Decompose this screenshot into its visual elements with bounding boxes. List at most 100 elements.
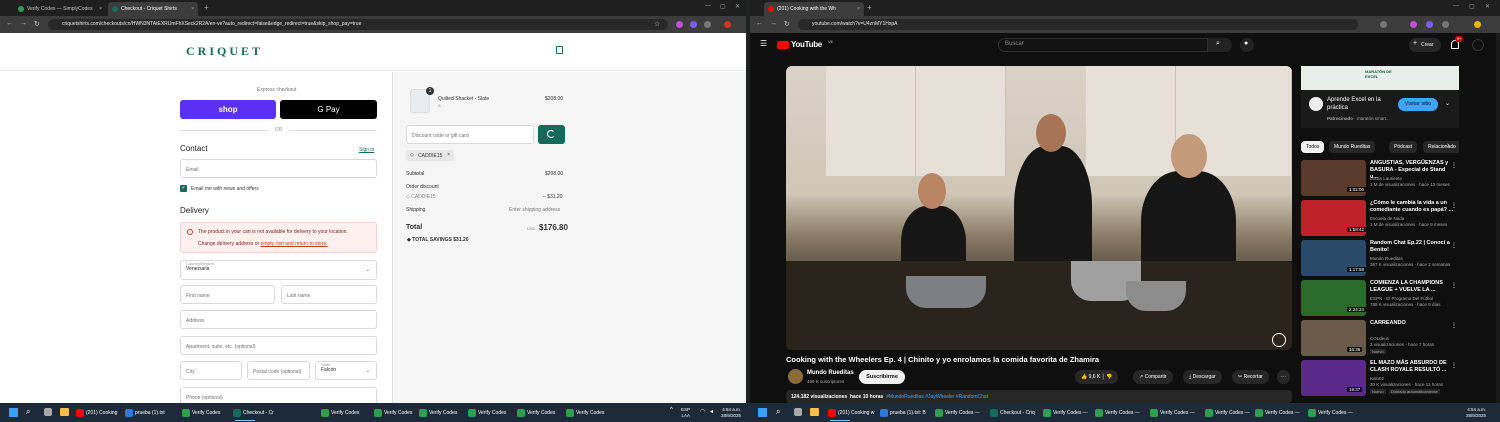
channel-avatar[interactable]	[788, 369, 803, 384]
video-description[interactable]: 124.182 visualizaciones hace 10 horas #M…	[786, 390, 1292, 403]
voice-search-button[interactable]: ●	[1240, 38, 1254, 52]
tab-youtube[interactable]: (201) Cooking with the Wh ×	[764, 2, 864, 16]
taskbar-app-button[interactable]: prueba (1).txt: B	[880, 407, 926, 418]
subscribe-button[interactable]: Suscribirme	[859, 370, 905, 384]
reload-icon[interactable]: ↻	[34, 20, 40, 28]
extensions-puzzle-icon[interactable]	[1442, 21, 1449, 28]
tab-verify-codes[interactable]: Verify Codes — SimplyCodes ×	[14, 2, 106, 16]
taskbar-app-button[interactable]: Verify Codes —	[1095, 407, 1140, 418]
task-view-icon[interactable]	[44, 408, 52, 416]
taskbar-app-button[interactable]: Verify Codes	[566, 407, 604, 418]
language-indicator[interactable]: ESP LAA	[681, 407, 690, 418]
maximize-icon[interactable]: ▢	[1469, 3, 1475, 10]
phone-field[interactable]: Phone (optional)	[180, 387, 377, 403]
forward-icon[interactable]: →	[770, 20, 777, 27]
chevron-right-icon[interactable]: ›	[1447, 142, 1449, 149]
extension-icon[interactable]	[1410, 21, 1417, 28]
close-window-icon[interactable]: ✕	[1485, 3, 1490, 10]
remove-discount-icon[interactable]: ×	[447, 152, 450, 158]
like-button[interactable]: 👍 9,6 K │ 👎	[1075, 370, 1119, 384]
close-icon[interactable]: ×	[99, 6, 102, 12]
account-avatar[interactable]	[1472, 39, 1484, 51]
download-button[interactable]: ⤓ Descargar	[1183, 370, 1222, 384]
chip-podcast[interactable]: Pódcast	[1389, 141, 1418, 153]
sponsored-ad[interactable]: MARATÓN DE EXCEL Aprende Excel en la prá…	[1301, 66, 1459, 128]
close-window-icon[interactable]: ✕	[735, 3, 740, 10]
search-input[interactable]: Buscar	[998, 38, 1208, 52]
taskbar-app-button[interactable]: Verify Codes	[468, 407, 506, 418]
search-button[interactable]: ⌕	[1208, 38, 1232, 52]
url-field[interactable]: criquetshirts.com/checkouts/cn/HWN3NTAtE…	[48, 19, 668, 30]
more-options-icon[interactable]: ⋮	[1451, 202, 1457, 209]
chip-todos[interactable]: Todos	[1301, 141, 1325, 153]
recommended-video[interactable]: 16:36 CARREANDO COLdeus 3 visualizacione…	[1301, 320, 1459, 358]
more-options-icon[interactable]: ⋮	[1451, 282, 1457, 289]
file-explorer-icon[interactable]	[810, 408, 819, 416]
channel-name[interactable]: Mundo Rueditas	[807, 370, 854, 376]
more-options-icon[interactable]: ⋮	[1451, 322, 1457, 329]
extensions-puzzle-icon[interactable]	[704, 21, 711, 28]
more-options-icon[interactable]: ⋮	[1451, 162, 1457, 169]
city-field[interactable]: City	[180, 361, 242, 380]
chevron-down-icon[interactable]: ⌄	[1445, 100, 1450, 107]
more-options-icon[interactable]: ⋮	[1451, 242, 1457, 249]
extension-icon[interactable]	[676, 21, 683, 28]
close-icon[interactable]: ×	[191, 6, 194, 12]
new-tab-button[interactable]: +	[867, 3, 872, 12]
more-options-icon[interactable]: ⋮	[1451, 362, 1457, 369]
extension-icon[interactable]	[690, 21, 697, 28]
share-button[interactable]: ↗ Compartir	[1133, 370, 1173, 384]
state-select[interactable]: State Falcón ⌄	[315, 361, 377, 380]
clip-button[interactable]: ✂ Recortar	[1232, 370, 1269, 384]
newsletter-checkbox[interactable]: ✓	[180, 185, 187, 192]
create-button[interactable]: + Crear	[1409, 38, 1441, 52]
email-field[interactable]: Email	[180, 159, 377, 178]
shop-pay-button[interactable]: shop	[180, 100, 276, 119]
postal-code-field[interactable]: Postal code (optional)	[247, 361, 310, 380]
hashtags[interactable]: #MundoRueditas #JayWheeler #RandomChat	[886, 394, 988, 400]
recommended-video[interactable]: 1:17:58 Random Chat Ep.22 | Conocí a Ben…	[1301, 240, 1459, 278]
taskbar-app-button[interactable]: Verify Codes	[182, 407, 220, 418]
back-icon[interactable]: ←	[6, 20, 13, 27]
taskbar-app-button[interactable]: Verify Codes —	[1255, 407, 1300, 418]
forward-icon[interactable]: →	[20, 20, 27, 27]
apartment-field[interactable]: Apartment, suite, etc. (optional)	[180, 336, 377, 355]
bookmark-star-icon[interactable]: ☆	[654, 20, 660, 28]
search-icon[interactable]: ⌕	[776, 407, 780, 417]
file-explorer-icon[interactable]	[60, 408, 69, 416]
volume-icon[interactable]: ◂	[710, 408, 713, 415]
shopping-bag-icon[interactable]	[556, 46, 563, 54]
taskbar-app-button[interactable]: Verify Codes	[517, 407, 555, 418]
chip-mundo-rueditas[interactable]: Mundo Rueditas	[1329, 141, 1376, 153]
apply-discount-button[interactable]	[538, 125, 565, 144]
reload-icon[interactable]: ↻	[784, 20, 790, 28]
close-icon[interactable]: ×	[857, 6, 860, 12]
new-tab-button[interactable]: +	[204, 3, 209, 12]
wifi-icon[interactable]: ◠	[700, 408, 705, 415]
system-clock[interactable]: 4:54 a.m. 28/9/2025	[721, 407, 741, 418]
system-clock[interactable]: 4:54 a.m. 28/9/2025	[1466, 407, 1486, 418]
tray-chevron-icon[interactable]: ^	[670, 407, 673, 413]
taskbar-app-button[interactable]: Verify Codes	[374, 407, 412, 418]
windows-start-icon[interactable]	[9, 408, 18, 417]
first-name-field[interactable]: First name	[180, 285, 275, 304]
taskbar-app-button[interactable]: Verify Codes	[321, 407, 359, 418]
sign-in-link[interactable]: Sign in	[359, 147, 374, 153]
profile-avatar[interactable]	[724, 21, 731, 28]
chip-related[interactable]: Relacionado	[1423, 141, 1459, 153]
empty-cart-link[interactable]: empty cart and return to store.	[261, 241, 328, 247]
taskbar-app-button[interactable]: Verify Codes	[419, 407, 457, 418]
taskbar-app-button[interactable]: (201) Cooking	[76, 407, 117, 418]
criquet-logo[interactable]: CRIQUET	[186, 44, 263, 59]
taskbar-app-button[interactable]: prueba (1).txt	[125, 407, 165, 418]
last-name-field[interactable]: Last name	[281, 285, 377, 304]
address-field[interactable]: Address	[180, 310, 377, 329]
profile-avatar[interactable]	[1474, 21, 1481, 28]
task-view-icon[interactable]	[794, 408, 802, 416]
taskbar-app-button[interactable]: Verify Codes —	[1205, 407, 1250, 418]
country-select[interactable]: Country/Region Venezuela ⌄	[180, 260, 377, 280]
recommended-video[interactable]: 1:02:06 ANGUSTIAS, VERGÜENZAS y BASURA -…	[1301, 160, 1459, 198]
taskbar-app-button[interactable]: Verify Codes —	[1043, 407, 1088, 418]
recommended-video[interactable]: 2:24:24 COMIENZA LA CHAMPIONS LEAGUE + V…	[1301, 280, 1459, 318]
channel-watermark-icon[interactable]	[1272, 333, 1286, 347]
